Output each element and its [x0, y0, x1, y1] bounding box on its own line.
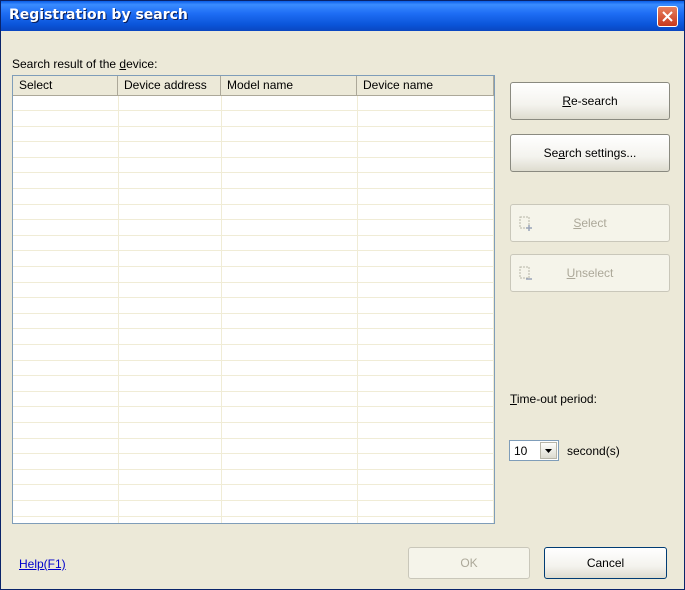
- column-header-select[interactable]: Select: [13, 76, 118, 95]
- table-row[interactable]: [13, 112, 493, 127]
- table-row[interactable]: [13, 517, 493, 523]
- device-list[interactable]: Select Device address Model name Device …: [12, 75, 495, 524]
- table-row[interactable]: [13, 127, 493, 143]
- close-button[interactable]: [657, 6, 678, 27]
- column-header-device-name[interactable]: Device name: [357, 76, 494, 95]
- registration-dialog: Registration by search Search result of …: [0, 0, 685, 590]
- column-header-model-name[interactable]: Model name: [221, 76, 357, 95]
- table-row[interactable]: [13, 424, 493, 439]
- table-row[interactable]: [13, 470, 493, 486]
- table-row[interactable]: [13, 502, 493, 517]
- table-row[interactable]: [13, 486, 493, 501]
- table-row[interactable]: [13, 96, 493, 111]
- table-row[interactable]: [13, 174, 493, 189]
- table-row[interactable]: [13, 392, 493, 408]
- close-icon: [662, 11, 673, 22]
- table-row[interactable]: [13, 283, 493, 299]
- timeout-label: Time-out period:: [510, 392, 597, 406]
- select-add-icon: [519, 216, 532, 231]
- table-row[interactable]: [13, 252, 493, 267]
- table-row[interactable]: [13, 299, 493, 314]
- table-row[interactable]: [13, 361, 493, 377]
- column-header-device-address[interactable]: Device address: [118, 76, 221, 95]
- research-button[interactable]: Re-search: [510, 82, 670, 120]
- table-row[interactable]: [13, 314, 493, 330]
- table-row[interactable]: [13, 221, 493, 236]
- device-list-rows: [13, 96, 494, 523]
- dropdown-arrow-icon: [545, 449, 552, 453]
- device-list-header: Select Device address Model name Device …: [13, 76, 494, 96]
- unselect-button[interactable]: Unselect: [510, 254, 670, 292]
- table-row[interactable]: [13, 455, 493, 470]
- table-row[interactable]: [13, 158, 493, 174]
- select-button[interactable]: Select: [510, 204, 670, 242]
- title-bar[interactable]: Registration by search: [1, 1, 684, 31]
- window-title: Registration by search: [9, 7, 188, 23]
- table-row[interactable]: [13, 330, 493, 345]
- table-row[interactable]: [13, 377, 493, 392]
- table-row[interactable]: [13, 346, 493, 361]
- timeout-unit: second(s): [567, 444, 620, 458]
- table-row[interactable]: [13, 408, 493, 423]
- unselect-remove-icon: [519, 266, 532, 280]
- timeout-select[interactable]: 10: [509, 440, 559, 461]
- table-row[interactable]: [13, 439, 493, 455]
- ok-button[interactable]: OK: [408, 547, 530, 579]
- cancel-button[interactable]: Cancel: [544, 547, 667, 579]
- dropdown-arrow-button[interactable]: [540, 442, 557, 459]
- help-link[interactable]: Help(F1): [19, 557, 66, 571]
- timeout-value: 10: [514, 444, 528, 458]
- search-settings-button[interactable]: Search settings...: [510, 134, 670, 172]
- table-row[interactable]: [13, 236, 493, 252]
- table-row[interactable]: [13, 205, 493, 221]
- table-row[interactable]: [13, 143, 493, 158]
- table-row[interactable]: [13, 190, 493, 205]
- device-list-label: Search result of the device:: [12, 57, 158, 71]
- table-row[interactable]: [13, 268, 493, 283]
